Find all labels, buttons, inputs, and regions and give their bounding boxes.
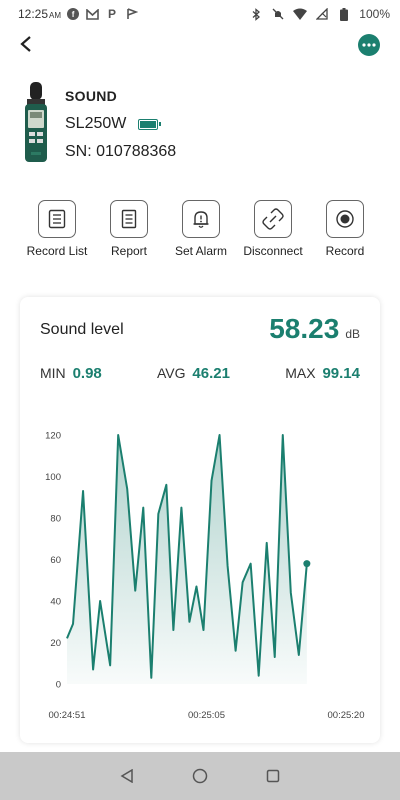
max-label: MAX [285, 365, 316, 381]
nav-home-button[interactable] [188, 764, 212, 788]
record-label: Record [325, 244, 365, 258]
wifi-icon [293, 7, 308, 21]
record-icon [326, 200, 364, 238]
y-tick-label: 20 [50, 638, 61, 649]
device-battery-icon [138, 118, 162, 130]
y-tick-label: 60 [50, 555, 61, 566]
device-info: SOUND SL250W SN: 010788368 [65, 88, 176, 161]
sound-level-area [67, 435, 307, 684]
device-battery-fill [140, 120, 157, 128]
gmail-icon [85, 7, 99, 21]
battery-percent: 100% [359, 7, 390, 21]
y-tick-label: 120 [45, 431, 61, 442]
report-icon [110, 200, 148, 238]
sound-level-card: Sound level 58.23 dB MIN 0.98 AVG 46.21 … [20, 297, 380, 743]
device-name: SOUND [65, 88, 118, 104]
device-model: SL250W [65, 115, 127, 132]
circle-home-icon [192, 768, 208, 784]
card-title: Sound level [40, 321, 124, 338]
nav-back-button[interactable] [115, 764, 139, 788]
current-value: 58.23 dB [269, 313, 360, 345]
y-tick-label: 0 [56, 680, 61, 691]
max-value: 99.14 [322, 365, 360, 382]
more-dots-icon [362, 43, 376, 47]
avg-stat: AVG 46.21 [157, 365, 230, 382]
disconnect-button[interactable]: Disconnect [240, 200, 306, 258]
report-label: Report [110, 244, 148, 258]
max-stat: MAX 99.14 [285, 365, 360, 382]
no-signal-icon [315, 7, 329, 21]
sound-level-chart: 0 20 40 60 80 100 120 00:24:51 00:25:05 00:25:20 [45, 431, 365, 722]
sound-meter-device-image [25, 82, 47, 162]
square-recents-icon [267, 769, 280, 783]
current-value-unit: dB [345, 327, 360, 341]
status-time: 12:25AM [18, 7, 62, 21]
back-button[interactable] [12, 30, 40, 58]
record-list-icon [38, 200, 76, 238]
action-row: Record List Report Set Alarm Disconnect … [0, 200, 400, 258]
y-tick-label: 80 [50, 514, 61, 525]
disconnect-label: Disconnect [243, 244, 303, 258]
x-tick-label: 00:24:51 [49, 710, 86, 721]
set-alarm-label: Set Alarm [174, 244, 228, 258]
bluetooth-icon [249, 7, 263, 21]
min-label: MIN [40, 365, 66, 381]
y-tick-label: 40 [50, 597, 61, 608]
battery-icon [337, 7, 351, 21]
stats-row: MIN 0.98 AVG 46.21 MAX 99.14 [40, 365, 360, 382]
facebook-icon: f [67, 8, 80, 20]
current-value-number: 58.23 [269, 313, 340, 344]
device-serial-number: SN: 010788368 [65, 143, 177, 160]
record-list-label: Record List [26, 244, 88, 258]
nav-recents-button[interactable] [261, 764, 285, 788]
latest-point-marker [303, 560, 311, 568]
set-alarm-button[interactable]: Set Alarm [168, 200, 234, 258]
x-tick-label: 00:25:05 [188, 710, 225, 721]
more-options-button[interactable] [358, 34, 380, 56]
avg-label: AVG [157, 365, 186, 381]
y-tick-label: 100 [45, 472, 61, 483]
notification-icons: f P [67, 7, 139, 21]
mute-icon [271, 7, 285, 21]
chevron-left-icon [20, 36, 31, 52]
avg-value: 46.21 [192, 365, 230, 382]
min-stat: MIN 0.98 [40, 365, 102, 382]
min-value: 0.98 [72, 365, 102, 382]
alarm-bell-icon [182, 200, 220, 238]
p-icon: P [108, 7, 117, 21]
record-button[interactable]: Record [312, 200, 378, 258]
status-bar: 12:25AM f P 100% [0, 0, 400, 28]
flag-icon [125, 7, 139, 21]
report-button[interactable]: Report [96, 200, 162, 258]
x-tick-label: 00:25:20 [328, 710, 365, 721]
record-list-button[interactable]: Record List [24, 200, 90, 258]
triangle-back-icon [120, 769, 133, 783]
disconnect-icon [254, 200, 292, 238]
system-nav-bar [0, 752, 400, 800]
